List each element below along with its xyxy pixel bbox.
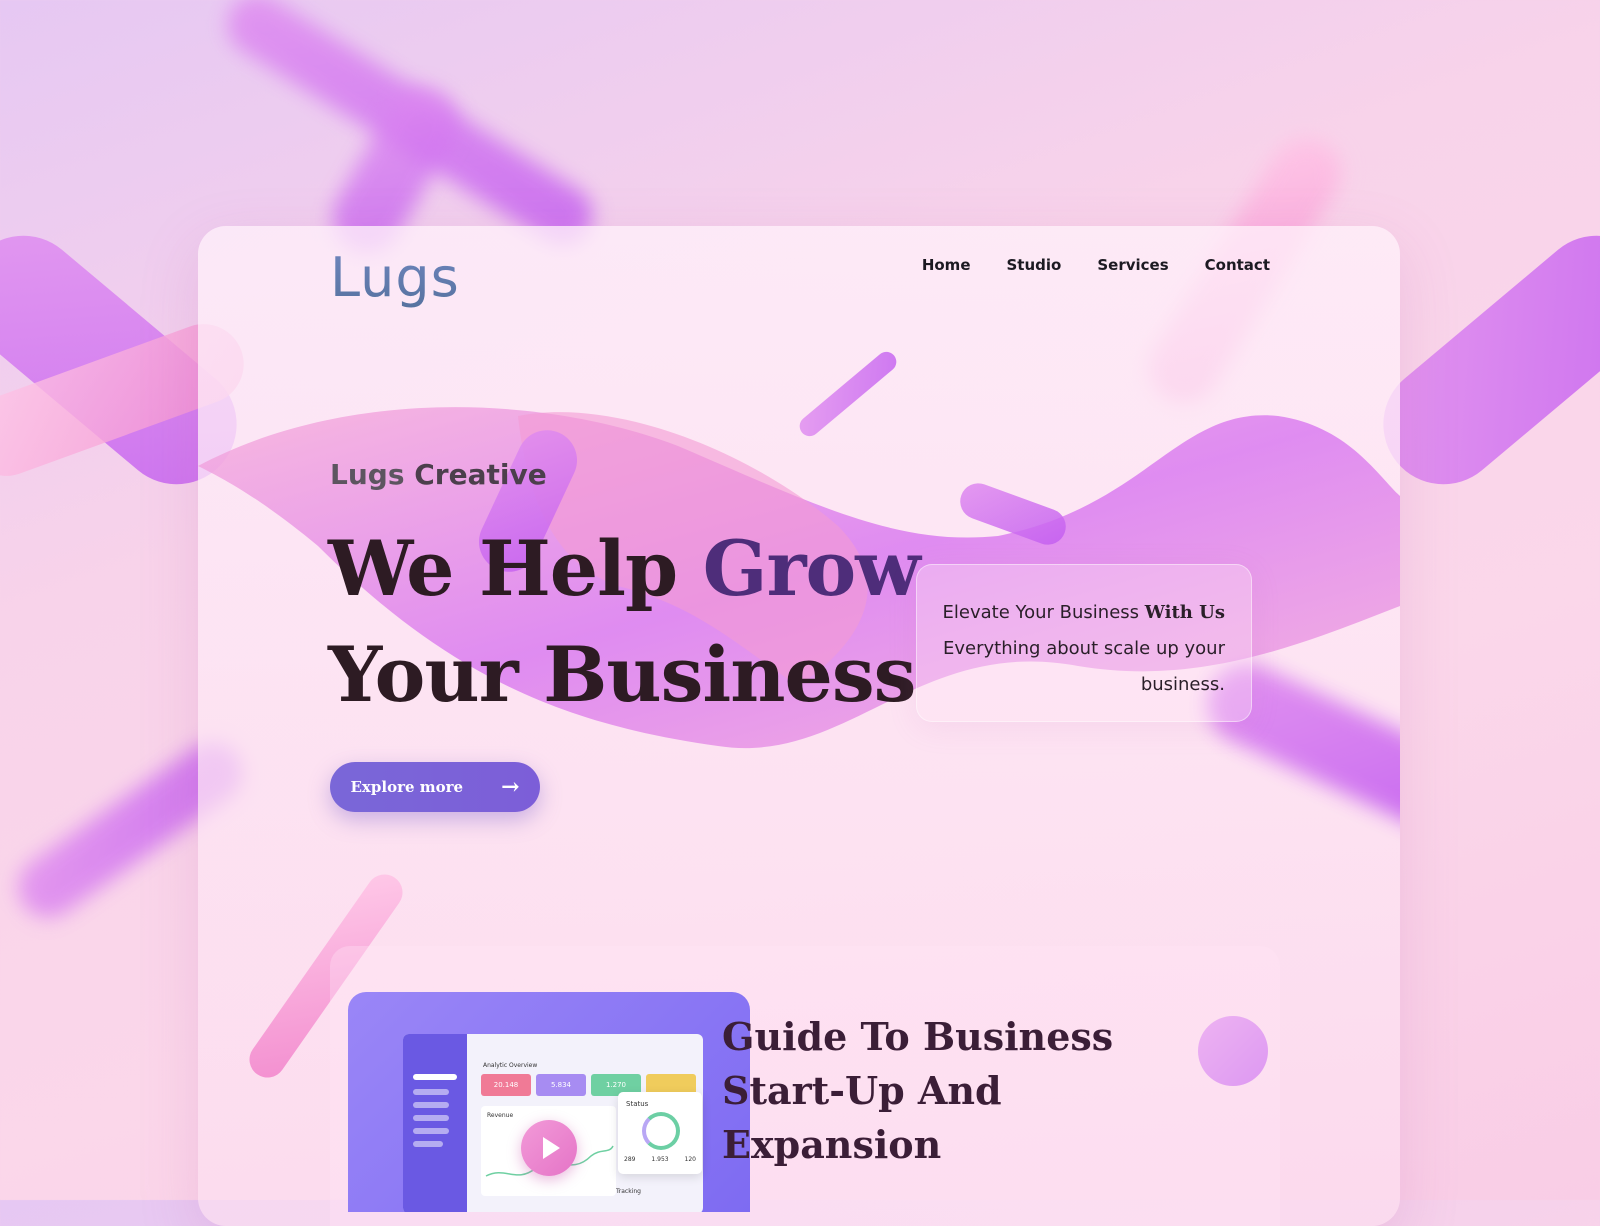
guide-line2: Start-Up And [722,1068,1002,1113]
guide-line1: Guide To Business [722,1014,1114,1059]
info-line1b: With Us [1144,602,1225,623]
sidebar-item [413,1141,443,1147]
eyebrow-bold: Creative [414,458,547,491]
headline-part: We Help [328,524,703,613]
nav-services[interactable]: Services [1097,256,1168,274]
eyebrow-light: Lugs [330,458,405,491]
sidebar-item [413,1089,449,1095]
nav-contact[interactable]: Contact [1205,256,1270,274]
play-video-button[interactable] [521,1120,577,1176]
sidebar-item [413,1115,449,1121]
info-box: Elevate Your Business With Us Everything… [916,564,1252,722]
headline-accent: Grow [702,524,921,613]
guide-title: Guide To Business Start-Up And Expansion [722,1010,1113,1172]
hero-eyebrow: Lugs Creative [330,458,547,491]
status-number: 120 [684,1156,696,1163]
guide-line3: Expansion [722,1122,942,1167]
hero-headline: We Help Grow Your Business [328,516,921,728]
dashboard-title: Analytic Overview [483,1062,538,1069]
info-line1a: Elevate Your Business [942,602,1145,623]
hero-card: Lugs Home Studio Services Contact Lugs C… [198,226,1400,1226]
sidebar-item [413,1102,449,1108]
status-widget: Status 289 1.953 120 [618,1092,702,1174]
dashboard-preview: Analytic Overview 20.148 5.834 1.270 Rev… [348,992,750,1212]
sidebar-item [413,1128,449,1134]
nav-studio[interactable]: Studio [1007,256,1062,274]
main-nav: Home Studio Services Contact [922,256,1270,274]
stat-card: 5.834 [536,1074,586,1096]
dashboard-sidebar [403,1034,467,1212]
status-number: 1.953 [651,1156,669,1163]
nav-home[interactable]: Home [922,256,971,274]
explore-more-label: Explore more [350,778,464,796]
arrow-right-icon: → [501,774,520,800]
status-ring [642,1112,680,1150]
status-number: 289 [624,1156,636,1163]
tracking-label: Tracking [616,1188,641,1195]
sidebar-item [413,1074,457,1080]
status-label: Status [626,1100,649,1108]
info-line2: Everything about scale up your [943,638,1225,659]
explore-more-button[interactable]: Explore more → [330,762,540,812]
headline-line2: Your Business [328,630,916,719]
info-line3: business. [1140,674,1225,695]
brand-logo[interactable]: Lugs [330,246,460,309]
stat-card: 20.148 [481,1074,531,1096]
play-icon [542,1137,560,1159]
